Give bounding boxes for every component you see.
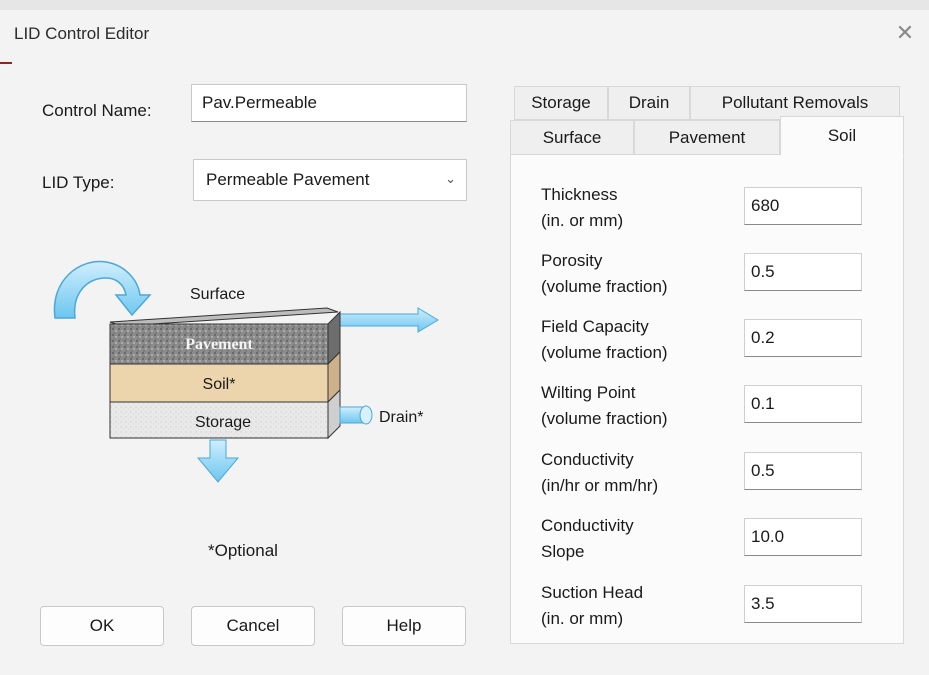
tab-storage[interactable]: Storage [514,86,608,120]
suction-head-input[interactable]: 3.5 [744,585,862,623]
conductivity-input[interactable]: 0.5 [744,452,862,490]
lid-control-editor-dialog: LID Control Editor ✕ Control Name: Pav.P… [0,0,929,675]
lid-type-select[interactable]: Permeable Pavement ⌄ [193,159,467,201]
tab-soil[interactable]: Soil [780,116,904,156]
surface-layer-label: Surface [190,286,245,303]
field-capacity-label-line2: (volume fraction) [541,343,668,362]
conductivity-slope-label-line2: Slope [541,542,585,561]
tab-pollutant-removals[interactable]: Pollutant Removals [690,86,900,120]
close-icon[interactable]: ✕ [894,22,916,44]
title-bar-top-strip [0,0,929,10]
permeable-pavement-diagram: Surface Pavement Soil* Storage Drain* [53,260,439,483]
porosity-label-line2: (volume fraction) [541,277,668,296]
conductivity-label-line2: (in/hr or mm/hr) [541,476,659,495]
control-name-label: Control Name: [42,101,152,120]
conductivity-slope-input[interactable]: 10.0 [744,518,862,556]
thickness-input[interactable]: 680 [744,187,862,225]
ok-button[interactable]: OK [40,606,164,646]
field-capacity-label: Field Capacity (volume fraction) [541,314,668,366]
title-bar: LID Control Editor ✕ [0,0,929,64]
optional-note: *Optional [208,541,278,560]
tab-pavement[interactable]: Pavement [634,120,780,155]
soil-layer-label: Soil* [203,376,236,393]
window-title: LID Control Editor [14,24,150,43]
pavement-top-face [109,307,339,327]
porosity-label: Porosity (volume fraction) [541,248,668,300]
edge-mark [0,62,12,64]
drain-pipe-icon [339,405,373,425]
conductivity-label-line1: Conductivity [541,450,634,469]
thickness-label: Thickness (in. or mm) [541,182,623,234]
wilting-point-label-line2: (volume fraction) [541,409,668,428]
suction-head-label-line1: Suction Head [541,583,644,602]
porosity-input[interactable]: 0.5 [744,253,862,291]
exfiltration-arrow-icon [196,439,240,483]
tab-drain[interactable]: Drain [608,86,690,120]
lid-type-label: LID Type: [42,173,115,192]
help-button[interactable]: Help [342,606,466,646]
lid-type-value: Permeable Pavement [206,170,370,189]
storage-layer-label: Storage [195,414,251,431]
pavement-layer-label: Pavement [185,336,253,353]
conductivity-slope-label-line1: Conductivity [541,516,634,535]
drain-label: Drain* [379,409,423,426]
cancel-button[interactable]: Cancel [191,606,315,646]
thickness-label-line2: (in. or mm) [541,211,624,230]
wilting-point-label-line1: Wilting Point [541,383,636,402]
wilting-point-input[interactable]: 0.1 [744,385,862,423]
conductivity-slope-label: Conductivity Slope [541,513,634,565]
suction-head-label: Suction Head (in. or mm) [541,580,643,632]
conductivity-label: Conductivity (in/hr or mm/hr) [541,447,658,499]
tab-surface[interactable]: Surface [510,120,634,155]
porosity-label-line1: Porosity [541,251,603,270]
suction-head-label-line2: (in. or mm) [541,609,624,628]
control-name-input[interactable]: Pav.Permeable [191,84,467,122]
chevron-down-icon: ⌄ [445,171,456,186]
thickness-label-line1: Thickness [541,185,618,204]
field-capacity-label-line1: Field Capacity [541,317,649,336]
wilting-point-label: Wilting Point (volume fraction) [541,380,668,432]
field-capacity-input[interactable]: 0.2 [744,319,862,357]
surface-outflow-arrow-icon [337,307,439,333]
inflow-arrow-icon [53,260,152,319]
